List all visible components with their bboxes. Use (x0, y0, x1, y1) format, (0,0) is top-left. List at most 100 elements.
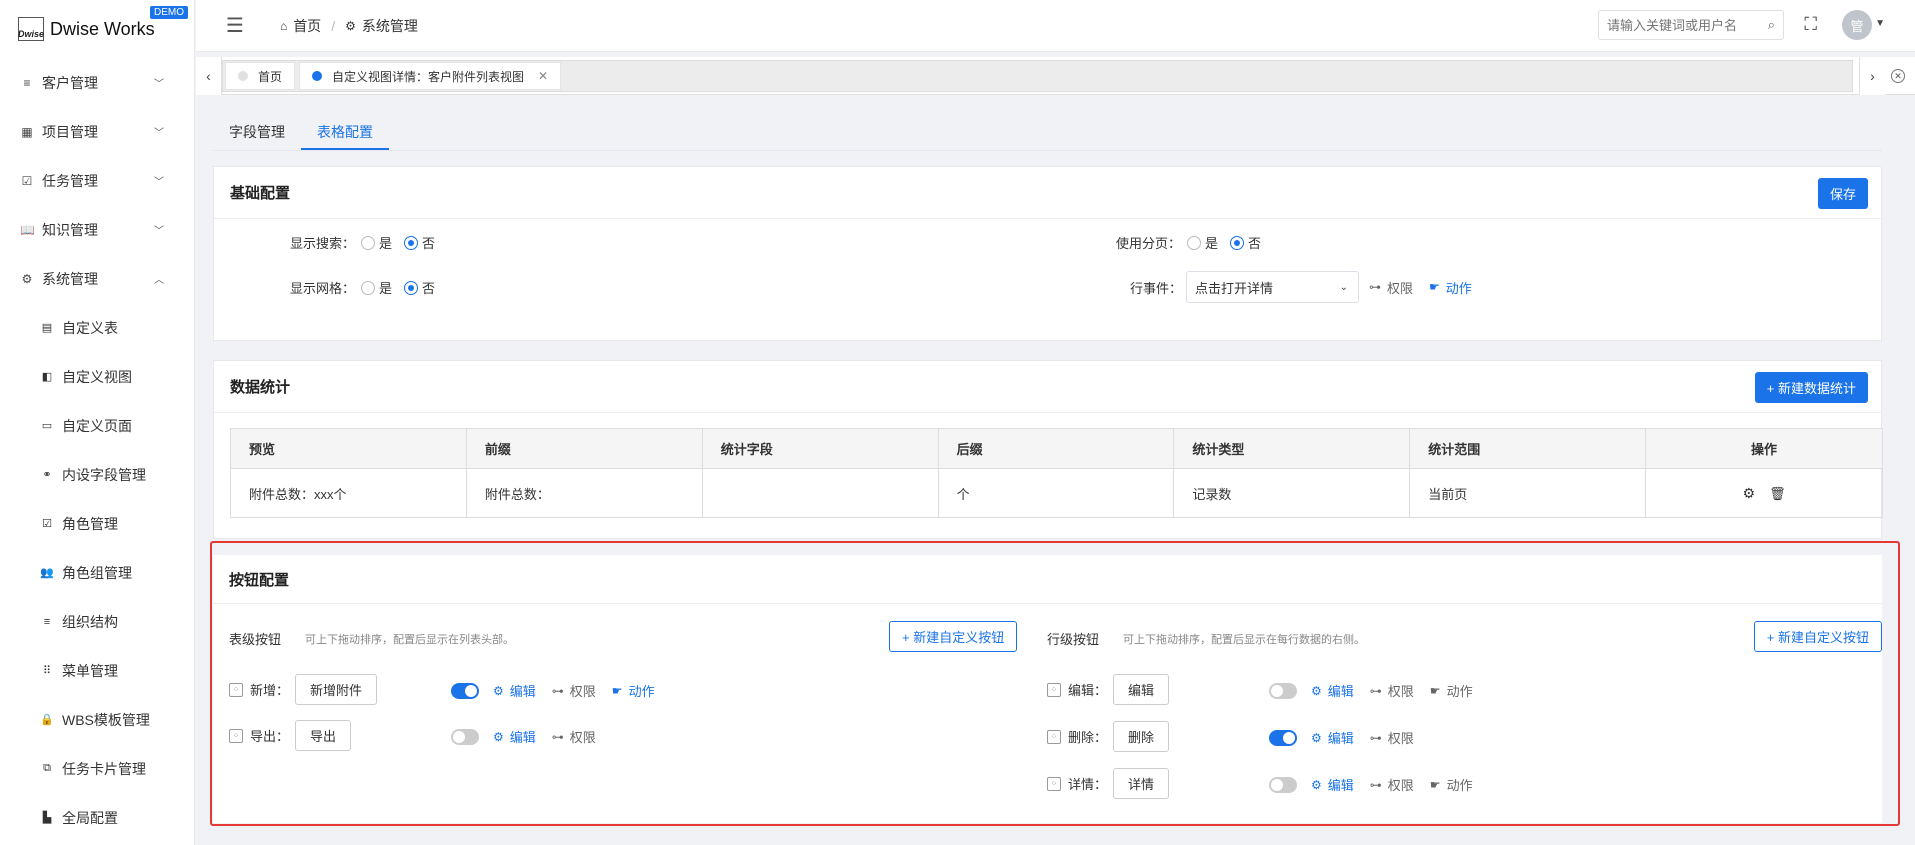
chevron-right-icon[interactable]: › (1859, 57, 1885, 95)
config-tab[interactable]: 表格配置 (301, 113, 389, 150)
show-grid-row: 显示网格： 是 否 (290, 278, 435, 297)
sidebar-subitem[interactable]: ⠿ 菜单管理 (0, 646, 194, 695)
column-header: 前缀 (465, 428, 703, 469)
new-data-stat-button[interactable]: + 新建数据统计 (1754, 372, 1868, 403)
table-cell (701, 468, 939, 518)
config-tab[interactable]: 字段管理 (213, 113, 301, 150)
paging-label: 使用分页： (1116, 236, 1182, 251)
search-icon[interactable]: ⌕ (1768, 17, 1775, 33)
sidebar-item[interactable]: ▦ 项目管理 ﹀ (0, 107, 194, 156)
sidebar: Dwise Dwise Works DEMO ≡ 客户管理 ﹀ ▦ 项目管理 ﹀ ☑ 任务管理… (0, 0, 195, 845)
radio-label: 否 (422, 281, 436, 296)
close-all-tabs-button[interactable]: ✕ (1885, 57, 1911, 95)
lock-icon: 🔒 (40, 714, 54, 726)
column-header: 后缀 (937, 428, 1175, 469)
save-button[interactable]: 保存 (1817, 178, 1868, 209)
sidebar-item-label: 任务管理 (42, 172, 98, 189)
sidebar-subitem-label: 任务卡片管理 (62, 760, 146, 777)
cards-icon: ⧉ (43, 762, 51, 774)
table-row: 附件总数：xxx个 附件总数：个记录数 当前页 ⚙ 🗑 (230, 468, 1883, 518)
dots-grid-icon: ⠿ (42, 665, 52, 677)
close-icon[interactable]: ✕ (538, 69, 548, 83)
table-header-row: 预览 前缀 统计字段 后缀 统计类型 统计范围 操作 (230, 428, 1883, 469)
action-label: 动作 (1445, 280, 1472, 296)
demo-badge: DEMO (150, 6, 188, 19)
sidebar-item[interactable]: 📖 知识管理 ﹀ (0, 205, 194, 254)
sidebar-subitem[interactable]: 🔒 WBS模板管理 (0, 695, 194, 744)
show-search-no-radio[interactable] (404, 235, 419, 250)
sidebar-menu: ≡ 客户管理 ﹀ ▦ 项目管理 ﹀ ☑ 任务管理 ﹀ 📖 知识管理 ﹀ ⚙ 系统管理 ︿ ▤ 自定义表 ◧ 自定义视… (0, 58, 194, 842)
sidebar-subitem[interactable]: ▤ 自定义表 (0, 303, 194, 352)
chevron-down-icon: ﹀ (154, 226, 164, 237)
top-header: ☰ ⌂ 首页 / ⚙ 系统管理 ⌕ ⛶ 管 ▼ (196, 0, 1915, 52)
paging-no-radio[interactable] (1230, 235, 1245, 250)
close-circle-icon: ✕ (1891, 69, 1905, 83)
radio-label: 否 (422, 236, 436, 251)
table-cell: 附件总数： (465, 468, 703, 518)
check-icon: ☑ (42, 518, 52, 530)
table-body: 附件总数：xxx个 附件总数：个记录数 当前页 ⚙ 🗑 (230, 468, 1883, 518)
sidebar-subitem[interactable]: ▭ 自定义页面 (0, 401, 194, 450)
column-header: 预览 (230, 428, 467, 469)
view-tab[interactable]: 自定义视图详情：客户附件列表视图 ✕ (299, 62, 562, 90)
sidebar-subitem-label: 组织结构 (62, 613, 118, 630)
sidebar-subitem[interactable]: 👥 角色组管理 (0, 548, 194, 597)
search-input[interactable] (1607, 17, 1757, 33)
radio-label: 是 (1205, 236, 1219, 251)
trash-icon[interactable]: 🗑 (1769, 486, 1786, 501)
sidebar-subitem[interactable]: ◧ 自定义视图 (0, 352, 194, 401)
show-search-label: 显示搜索： (290, 236, 356, 251)
sidebar-subitem[interactable]: ☑ 角色管理 (0, 499, 194, 548)
table-cell: 当前页 (1409, 468, 1647, 518)
sidebar-item-label: 系统管理 (42, 270, 98, 287)
hamburger-icon[interactable]: ☰ (226, 13, 244, 38)
sidebar-item[interactable]: ≡ 客户管理 ﹀ (0, 58, 194, 107)
paging-yes-radio[interactable] (1187, 235, 1202, 250)
gear-icon[interactable]: ⚙ (1743, 485, 1756, 501)
sidebar-subitem[interactable]: ≡ 组织结构 (0, 597, 194, 646)
tab-label: 自定义视图详情：客户附件列表视图 (332, 69, 525, 84)
show-search-yes-radio[interactable] (361, 235, 376, 250)
sidebar-item[interactable]: ☑ 任务管理 ﹀ (0, 156, 194, 205)
key-icon: ⊶ (1369, 280, 1382, 294)
show-grid-yes-radio[interactable] (361, 280, 376, 295)
gear-icon: ⚙ (21, 271, 33, 286)
show-grid-label: 显示网格： (290, 281, 356, 296)
breadcrumb-current: 系统管理 (361, 17, 418, 34)
sidebar-subitem-label: 自定义页面 (62, 417, 132, 434)
page-icon: ▭ (41, 420, 53, 432)
sidebar-subitem[interactable]: ⧉ 任务卡片管理 (0, 744, 194, 793)
sidebar-subitem[interactable]: ▙ 全局配置 (0, 793, 194, 842)
show-grid-no-radio[interactable] (404, 280, 419, 295)
data-stats-title: 数据统计 (230, 379, 291, 396)
logo[interactable]: Dwise Dwise Works DEMO (0, 0, 194, 58)
breadcrumb-home[interactable]: 首页 (293, 16, 321, 36)
sidebar-subitem-label: 自定义表 (62, 319, 118, 336)
row-event-select[interactable]: 点击打开详情 ⌄ (1186, 271, 1360, 303)
chevron-up-icon: ︿ (154, 275, 164, 286)
breadcrumb-separator: / (331, 17, 336, 34)
row-event-action[interactable]: ☛ 动作 (1429, 278, 1472, 297)
config-tabs: 字段管理 表格配置 (213, 113, 1882, 151)
view-tab[interactable]: 首页 (225, 62, 296, 90)
table-cell: 个 (937, 468, 1175, 518)
column-header: 统计范围 (1409, 428, 1647, 469)
search-box: ⌕ (1598, 10, 1784, 40)
sidebar-subitem[interactable]: ⚭ 内设字段管理 (0, 450, 194, 499)
row-event-permission[interactable]: ⊶ 权限 (1369, 278, 1413, 297)
sidebar-subitem-label: 角色管理 (62, 515, 118, 532)
card-title: 数据统计 + 新建数据统计 (214, 361, 1881, 413)
avatar[interactable]: 管 (1842, 10, 1872, 40)
chevron-left-icon[interactable]: ‹ (196, 57, 222, 95)
row-actions: ⚙ 🗑 (1645, 468, 1883, 518)
basic-config-title: 基础配置 (230, 185, 291, 202)
column-header: 统计字段 (701, 428, 939, 469)
table-cell: 记录数 (1173, 468, 1411, 518)
view-icon: ◧ (41, 371, 53, 383)
sidebar-item[interactable]: ⚙ 系统管理 ︿ (0, 254, 194, 303)
sidebar-subitem-label: 角色组管理 (62, 564, 132, 581)
chevron-down-icon: ﹀ (154, 128, 164, 139)
fullscreen-icon[interactable]: ⛶ (1804, 14, 1817, 35)
caret-down-icon[interactable]: ▼ (1875, 18, 1885, 29)
perm-label: 权限 (1387, 280, 1414, 296)
